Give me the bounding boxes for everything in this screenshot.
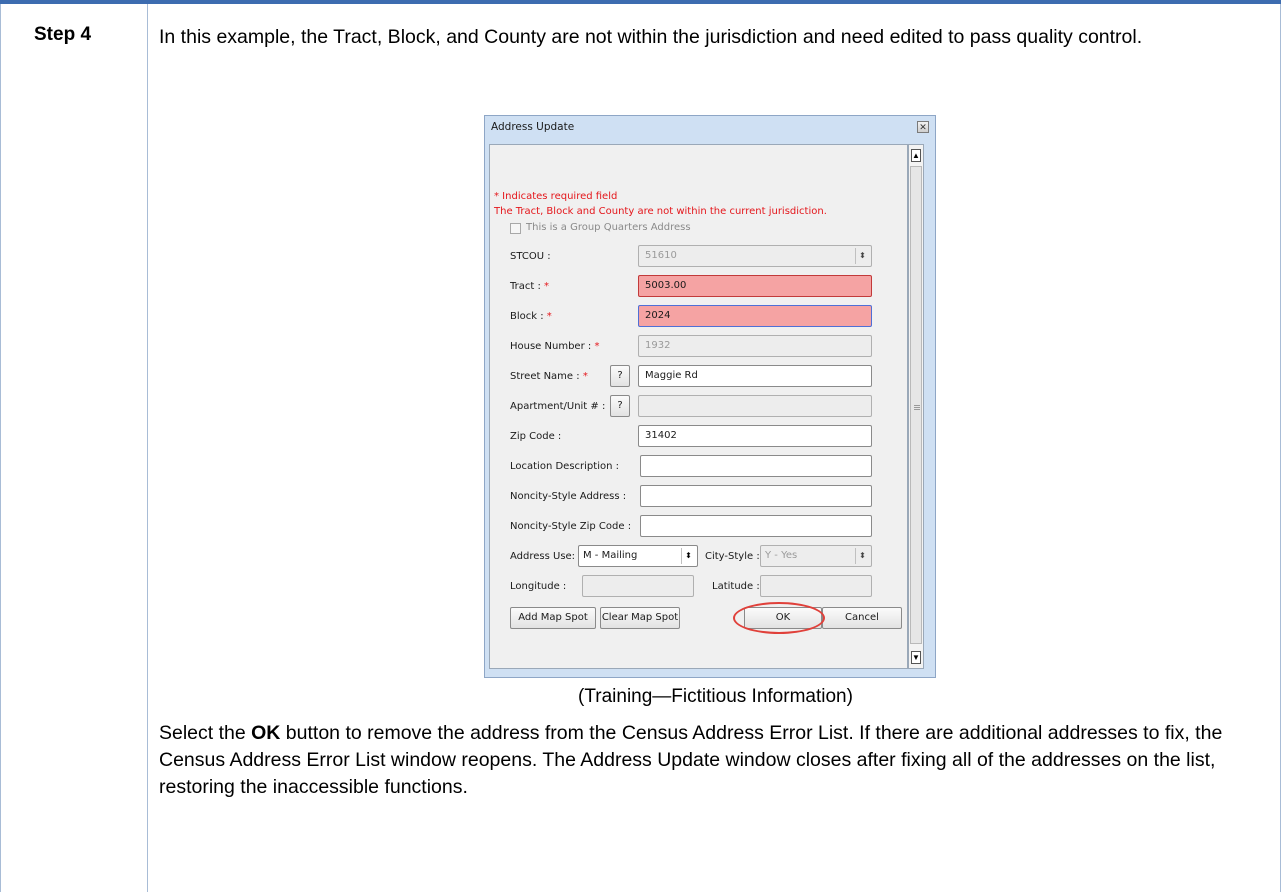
street-name-help-button[interactable]: ? xyxy=(610,365,630,387)
latitude-label: Latitude : xyxy=(712,581,760,592)
scroll-thumb[interactable] xyxy=(910,166,922,644)
dialog-scrollbar[interactable]: ▲ ▼ xyxy=(908,144,924,669)
noncity-zip-input[interactable] xyxy=(640,515,872,537)
updown-arrows-icon: ⬍ xyxy=(855,548,869,564)
group-quarters-checkbox[interactable] xyxy=(510,223,521,234)
street-name-label: Street Name : * xyxy=(510,371,588,382)
ok-highlight-circle xyxy=(733,602,825,634)
table-column-divider xyxy=(147,4,148,892)
zip-code-input[interactable]: 31402 xyxy=(638,425,872,447)
required-note: * Indicates required field xyxy=(494,191,618,202)
address-use-select[interactable]: M - Mailing ⬍ xyxy=(578,545,698,567)
updown-arrows-icon: ⬍ xyxy=(681,548,695,564)
location-description-input[interactable] xyxy=(640,455,872,477)
group-quarters-label: This is a Group Quarters Address xyxy=(526,222,691,233)
noncity-zip-label: Noncity-Style Zip Code : xyxy=(510,521,632,532)
scroll-down-icon[interactable]: ▼ xyxy=(911,651,921,664)
block-input[interactable]: 2024 xyxy=(638,305,872,327)
address-update-dialog: Address Update ✕ * Indicates required fi… xyxy=(484,115,936,678)
step-label: Step 4 xyxy=(34,24,92,45)
apartment-help-button[interactable]: ? xyxy=(610,395,630,417)
block-label: Block : * xyxy=(510,311,552,322)
intro-paragraph: In this example, the Tract, Block, and C… xyxy=(159,26,1143,48)
noncity-address-label: Noncity-Style Address : xyxy=(510,491,627,502)
scroll-up-icon[interactable]: ▲ xyxy=(911,149,921,162)
jurisdiction-error-message: The Tract, Block and County are not with… xyxy=(494,206,827,217)
close-icon[interactable]: ✕ xyxy=(917,121,929,133)
figure-caption: (Training—Fictitious Information) xyxy=(578,686,853,707)
location-description-label: Location Description : xyxy=(510,461,619,472)
tract-input[interactable]: 5003.00 xyxy=(638,275,872,297)
clear-map-spot-button[interactable]: Clear Map Spot xyxy=(600,607,680,629)
apartment-label: Apartment/Unit # : xyxy=(510,401,606,412)
latitude-input[interactable] xyxy=(760,575,872,597)
updown-arrows-icon: ⬍ xyxy=(855,248,869,264)
house-number-label: House Number : * xyxy=(510,341,600,352)
stcou-select[interactable]: 51610 ⬍ xyxy=(638,245,872,267)
address-use-label: Address Use: xyxy=(510,551,576,562)
grip-icon xyxy=(914,405,920,406)
address-use-value: M - Mailing xyxy=(583,550,638,561)
house-number-input[interactable]: 1932 xyxy=(638,335,872,357)
stcou-label: STCOU : xyxy=(510,251,551,262)
city-style-label: City-Style : xyxy=(705,551,760,562)
dialog-body: * Indicates required field The Tract, Bl… xyxy=(489,144,908,669)
add-map-spot-button[interactable]: Add Map Spot xyxy=(510,607,596,629)
city-style-value: Y - Yes xyxy=(765,550,798,561)
tract-label: Tract : * xyxy=(510,281,550,292)
longitude-label: Longitude : xyxy=(510,581,567,592)
noncity-address-input[interactable] xyxy=(640,485,872,507)
cancel-button[interactable]: Cancel xyxy=(822,607,902,629)
longitude-input[interactable] xyxy=(582,575,694,597)
top-rule xyxy=(0,0,1281,4)
dialog-title: Address Update xyxy=(491,121,575,133)
ok-emphasis: OK xyxy=(251,722,281,744)
zip-code-label: Zip Code : xyxy=(510,431,562,442)
city-style-select[interactable]: Y - Yes ⬍ xyxy=(760,545,872,567)
apartment-input[interactable] xyxy=(638,395,872,417)
stcou-value: 51610 xyxy=(645,250,677,261)
table-left-border xyxy=(0,4,1,892)
street-name-input[interactable]: Maggie Rd xyxy=(638,365,872,387)
outro-paragraph: Select the OK button to remove the addre… xyxy=(159,722,1223,798)
